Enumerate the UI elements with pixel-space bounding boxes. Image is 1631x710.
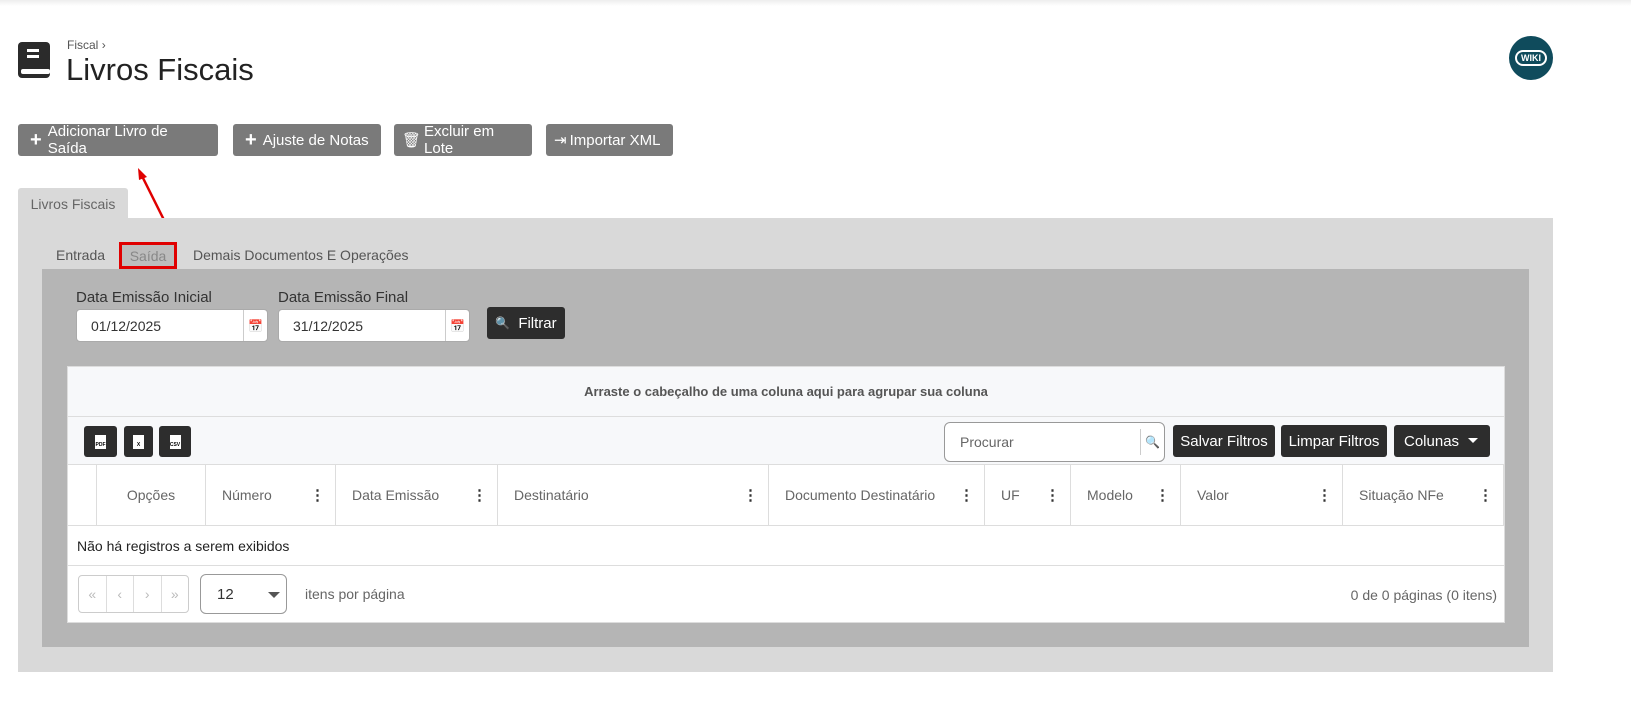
export-csv-button[interactable]: CSV [159, 426, 191, 457]
page-size-select[interactable]: 12 [200, 574, 287, 614]
export-excel-button[interactable]: X [124, 426, 153, 457]
kebab-menu-icon[interactable]: ⋮ [1045, 486, 1060, 504]
search-input[interactable]: Procurar 🔍 [944, 422, 1165, 462]
import-xml-button[interactable]: ⇥ Importar XML [546, 124, 673, 156]
end-date-label: Data Emissão Final [278, 289, 409, 306]
search-icon[interactable]: 🔍 [1140, 429, 1164, 455]
start-date-input[interactable]: 01/12/2025 📅 [76, 309, 268, 342]
pager: «‹ ›» 12 itens por página 0 de 0 páginas … [68, 565, 1504, 623]
breadcrumb-separator: › [101, 38, 106, 52]
grid-toolbar: PDF X CSV Procurar 🔍 Salvar Filtros Limpa… [68, 417, 1504, 465]
save-filters-button[interactable]: Salvar Filtros [1173, 425, 1275, 457]
kebab-menu-icon[interactable]: ⋮ [472, 486, 487, 504]
adjust-notes-button[interactable]: + Ajuste de Notas [233, 124, 381, 156]
plus-icon: + [245, 128, 257, 151]
page-title: Livros Fiscais [66, 52, 254, 87]
calendar-icon[interactable]: 📅 [445, 310, 469, 341]
column-label: Documento Destinatário [785, 487, 936, 503]
button-label: Ajuste de Notas [262, 131, 369, 149]
tab-livros-fiscais[interactable]: Livros Fiscais [18, 188, 128, 219]
prev-page-icon[interactable]: ‹ [107, 576, 134, 612]
batch-delete-button[interactable]: 🗑 Excluir em Lote [394, 123, 532, 157]
column-uf[interactable]: UF ⋮ [984, 465, 1070, 525]
kebab-menu-icon[interactable]: ⋮ [1155, 486, 1170, 504]
search-icon: 🔍 [495, 316, 511, 330]
column-label: Data Emissão [352, 487, 440, 503]
column-data-emissao[interactable]: Data Emissão ⋮ [335, 465, 497, 525]
breadcrumb-fiscal[interactable]: Fiscal [67, 38, 98, 52]
kebab-menu-icon[interactable]: ⋮ [959, 486, 974, 504]
clear-filters-button[interactable]: Limpar Filtros [1281, 425, 1387, 457]
next-page-icon[interactable]: › [134, 576, 162, 612]
column-label: Modelo [1087, 487, 1133, 503]
subtab-saida[interactable]: Saída [119, 242, 177, 269]
kebab-menu-icon[interactable]: ⋮ [310, 486, 325, 504]
column-documento-destinatario[interactable]: Documento Destinatário ⋮ [768, 465, 984, 525]
start-date-label: Data Emissão Inicial [76, 289, 212, 306]
column-label: Número [222, 487, 272, 503]
calendar-icon[interactable]: 📅 [243, 310, 267, 341]
column-numero[interactable]: Número ⋮ [205, 465, 335, 525]
book-icon [18, 42, 50, 78]
button-label: Colunas [1404, 432, 1460, 450]
column-opcoes[interactable]: Opções [96, 465, 205, 525]
caret-down-icon [1468, 438, 1478, 448]
wiki-button[interactable]: WIKI [1509, 36, 1553, 80]
subtab-entrada[interactable]: Entrada [56, 247, 105, 263]
column-label: UF [1001, 487, 1020, 503]
column-label: Valor [1197, 487, 1229, 503]
page-size-value: 12 [217, 585, 234, 603]
subtab-demais[interactable]: Demais Documentos E Operações [193, 247, 409, 263]
add-output-book-button[interactable]: + Adicionar Livro de Saída [18, 123, 218, 157]
empty-message: Não há registros a serem exibidos [77, 538, 290, 554]
pager-nav: «‹ ›» [78, 575, 189, 613]
excel-icon: X [133, 434, 144, 449]
column-valor[interactable]: Valor ⋮ [1180, 465, 1342, 525]
column-situacao-nfe[interactable]: Situação NFe ⋮ [1342, 465, 1504, 525]
columns-button[interactable]: Colunas [1394, 425, 1490, 457]
column-label: Situação NFe [1359, 487, 1444, 503]
plus-icon: + [30, 128, 42, 151]
end-date-input[interactable]: 31/12/2025 📅 [278, 309, 470, 342]
export-pdf-button[interactable]: PDF [84, 426, 117, 457]
csv-icon: CSV [169, 434, 181, 449]
button-label: Excluir em Lote [424, 123, 495, 157]
trash-icon: 🗑 [402, 132, 422, 149]
first-page-icon[interactable]: « [79, 576, 107, 612]
column-destinatario[interactable]: Destinatário ⋮ [497, 465, 768, 525]
end-date-value: 31/12/2025 [293, 317, 364, 334]
pdf-icon: PDF [95, 434, 106, 449]
table-header: Opções Número ⋮ Data Emissão ⋮ Destinatári… [68, 465, 1504, 526]
caret-down-icon [268, 592, 280, 604]
kebab-menu-icon[interactable]: ⋮ [1478, 486, 1493, 504]
search-placeholder: Procurar [960, 434, 1014, 450]
column-modelo[interactable]: Modelo ⋮ [1070, 465, 1180, 525]
wiki-label: WIKI [1515, 50, 1547, 66]
top-bar [0, 0, 1631, 6]
file-import-icon: ⇥ [554, 132, 567, 149]
start-date-value: 01/12/2025 [91, 317, 162, 334]
button-label: Importar XML [569, 131, 661, 149]
column-label: Opções [126, 487, 176, 503]
last-page-icon[interactable]: » [162, 576, 189, 612]
breadcrumb[interactable]: Fiscal › [67, 38, 106, 52]
kebab-menu-icon[interactable]: ⋮ [1317, 486, 1332, 504]
page-size-label: itens por página [305, 586, 405, 602]
kebab-menu-icon[interactable]: ⋮ [743, 486, 758, 504]
column-label: Destinatário [514, 487, 589, 503]
data-grid: Arraste o cabeçalho de uma coluna aqui p… [67, 366, 1505, 623]
group-panel[interactable]: Arraste o cabeçalho de uma coluna aqui p… [68, 367, 1504, 417]
filter-button[interactable]: 🔍 Filtrar [487, 307, 565, 339]
button-label: Adicionar Livro de Saída [47, 123, 168, 157]
page-info: 0 de 0 páginas (0 itens) [1350, 587, 1497, 603]
button-label: Filtrar [518, 314, 557, 332]
